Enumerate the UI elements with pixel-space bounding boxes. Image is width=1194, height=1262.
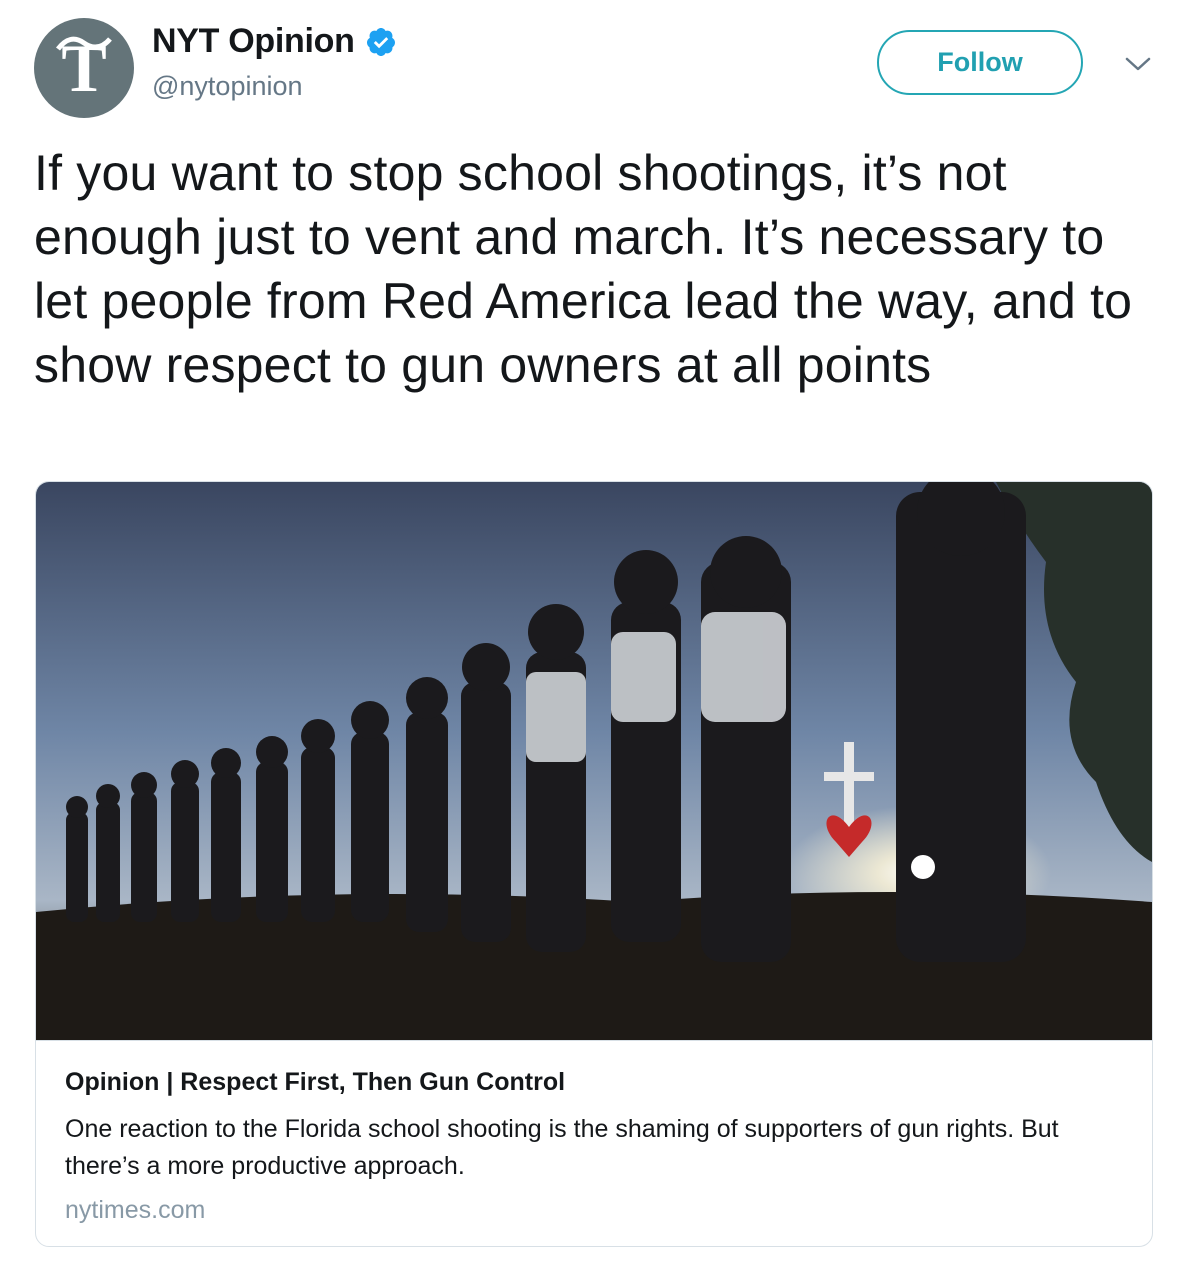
card-description: One reaction to the Florida school shoot…: [65, 1115, 1059, 1180]
link-card[interactable]: Opinion | Respect First, Then Gun Contro…: [35, 481, 1153, 1247]
card-image: [36, 482, 1152, 1040]
display-name: NYT Opinion: [152, 22, 355, 60]
follow-button[interactable]: Follow: [877, 30, 1083, 95]
card-domain: nytimes.com: [65, 1196, 206, 1224]
avatar[interactable]: T: [34, 18, 134, 118]
author-handle[interactable]: @nytopinion: [152, 71, 303, 102]
card-body: Opinion | Respect First, Then Gun Contro…: [36, 1040, 1152, 1246]
chevron-down-icon[interactable]: [1124, 54, 1152, 74]
author-name-row[interactable]: NYT Opinion: [152, 22, 397, 61]
tweet-text: If you want to stop school shootings, it…: [34, 145, 1133, 393]
nyt-logo-icon: T: [56, 30, 112, 106]
verified-badge-icon: [366, 27, 395, 56]
card-title: Opinion | Respect First, Then Gun Contro…: [65, 1068, 566, 1096]
tweet: T NYT Opinion @nytopinion Follow If you …: [0, 0, 1194, 1262]
